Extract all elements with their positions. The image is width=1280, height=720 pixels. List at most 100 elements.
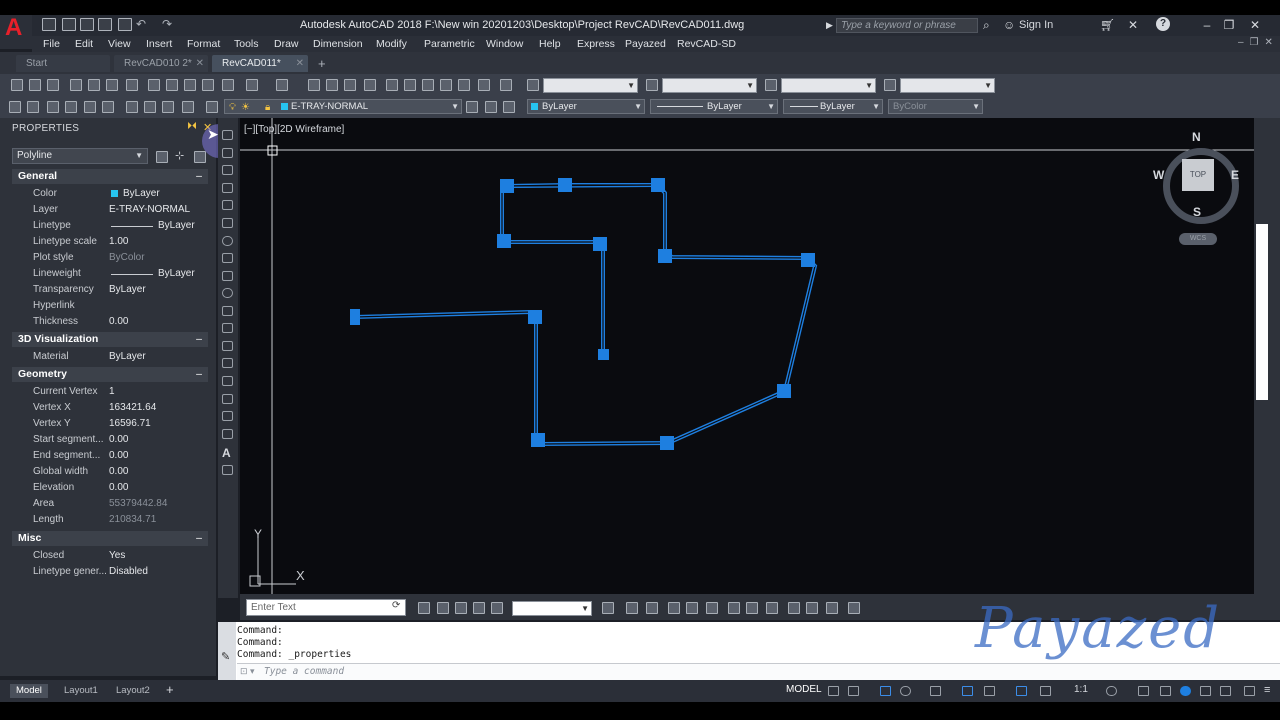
- table-style-icon[interactable]: [765, 79, 777, 91]
- close-icon[interactable]: ✕: [296, 55, 304, 72]
- compass-south[interactable]: S: [1193, 205, 1201, 219]
- save-icon[interactable]: [47, 79, 59, 91]
- grip[interactable]: [660, 436, 674, 450]
- make-current-icon[interactable]: [206, 101, 218, 113]
- navigation-bar[interactable]: [1256, 224, 1268, 400]
- close-icon[interactable]: ✕: [196, 55, 204, 72]
- dim-ordinate-icon[interactable]: [668, 602, 680, 614]
- lineweight-select[interactable]: ByLayer ▼: [783, 99, 883, 114]
- autohide-icon[interactable]: ⏵⏴: [187, 121, 197, 132]
- make-block-icon[interactable]: [222, 341, 233, 351]
- grip[interactable]: [598, 349, 609, 360]
- text-style-icon[interactable]: [527, 79, 539, 91]
- polygon-icon[interactable]: [222, 183, 233, 193]
- section-geometry[interactable]: Geometry –: [12, 367, 208, 382]
- prop-value[interactable]: Yes: [109, 550, 125, 561]
- prop-value[interactable]: ByLayer: [109, 284, 146, 295]
- section-general[interactable]: General –: [12, 169, 208, 184]
- menu-edit[interactable]: Edit: [75, 38, 93, 50]
- qnew-icon[interactable]: [42, 18, 56, 31]
- object-snap-icon[interactable]: [984, 686, 995, 696]
- isolate-objects-icon[interactable]: [1180, 686, 1191, 696]
- add-layout-icon[interactable]: +: [166, 682, 174, 697]
- dim-radius-icon[interactable]: [686, 602, 698, 614]
- save-icon[interactable]: [80, 18, 94, 31]
- polyline-icon[interactable]: [222, 165, 233, 175]
- grip[interactable]: [350, 309, 360, 325]
- grid-icon[interactable]: [828, 686, 839, 696]
- prop-value[interactable]: 1: [109, 386, 115, 397]
- section-3d-visualization[interactable]: 3D Visualization –: [12, 332, 208, 347]
- drawing-canvas[interactable]: [240, 118, 1254, 594]
- section-misc[interactable]: Misc –: [12, 531, 208, 546]
- layer-tools-icon[interactable]: [503, 101, 515, 113]
- cart-icon[interactable]: 🛒︎: [1100, 15, 1115, 36]
- grip[interactable]: [777, 384, 791, 398]
- open-icon[interactable]: [29, 79, 41, 91]
- publish-icon[interactable]: [106, 79, 118, 91]
- layer-select[interactable]: 💡︎ ☀ 🔒︎ E-TRAY-NORMAL ▼: [224, 99, 462, 114]
- ellipse-icon[interactable]: [222, 288, 233, 298]
- find-replace-icon[interactable]: ⟳: [392, 600, 400, 611]
- quickcalc-icon[interactable]: [478, 79, 490, 91]
- text-tool-icon[interactable]: [473, 602, 485, 614]
- point-icon[interactable]: [222, 358, 233, 368]
- copy-icon[interactable]: [166, 79, 178, 91]
- binoculars-icon[interactable]: ⌕: [983, 15, 990, 36]
- grip[interactable]: [658, 249, 672, 263]
- layer-freeze-icon[interactable]: [102, 101, 114, 113]
- mleader-style-icon[interactable]: [884, 79, 896, 91]
- command-input[interactable]: Type a command: [237, 663, 1280, 680]
- text-tool-icon[interactable]: [418, 602, 430, 614]
- annotation-visibility-icon[interactable]: [1016, 686, 1027, 696]
- color-select[interactable]: ByLayer ▼: [527, 99, 645, 114]
- compass-west[interactable]: W: [1153, 168, 1164, 182]
- menu-express[interactable]: Express: [577, 38, 615, 50]
- compass-east[interactable]: E: [1231, 168, 1239, 182]
- polar-icon[interactable]: [900, 686, 911, 696]
- minimize-button[interactable]: –: [1196, 15, 1218, 36]
- menu-modify[interactable]: Modify: [376, 38, 407, 50]
- zoom-window-icon[interactable]: [344, 79, 356, 91]
- revcloud-icon[interactable]: [222, 253, 233, 263]
- layer-state-icon[interactable]: [27, 101, 39, 113]
- layer-states-icon[interactable]: [485, 101, 497, 113]
- linetype-select[interactable]: ByLayer ▼: [650, 99, 778, 114]
- collapse-icon[interactable]: –: [196, 169, 202, 184]
- table-icon[interactable]: [222, 429, 233, 439]
- menu-format[interactable]: Format: [187, 38, 220, 50]
- chevron-right-icon[interactable]: ▶: [826, 15, 833, 36]
- tab-layout1[interactable]: Layout1: [58, 684, 104, 698]
- text-tool-icon[interactable]: [437, 602, 449, 614]
- dim-linear-icon[interactable]: [602, 602, 614, 614]
- menu-help[interactable]: Help: [539, 38, 561, 50]
- construction-line-icon[interactable]: [222, 148, 233, 158]
- restore-button[interactable]: ❐: [1218, 15, 1240, 36]
- annotation-scale[interactable]: 1:1: [1074, 684, 1088, 695]
- wcs-menu[interactable]: WCS: [1179, 233, 1217, 245]
- undo-icon[interactable]: [246, 79, 258, 91]
- design-center-icon[interactable]: [404, 79, 416, 91]
- text-tool-icon[interactable]: [491, 602, 503, 614]
- grip[interactable]: [531, 433, 545, 447]
- user-icon[interactable]: ☺: [1003, 15, 1015, 36]
- layer-off-icon[interactable]: [84, 101, 96, 113]
- rectangle-icon[interactable]: [222, 200, 233, 210]
- prop-value[interactable]: 0.00: [109, 466, 128, 477]
- mtext-icon[interactable]: A: [222, 446, 231, 460]
- search-input[interactable]: Type a keyword or phrase: [836, 18, 978, 33]
- table-style-select[interactable]: ▼: [781, 78, 876, 93]
- zoom-realtime-icon[interactable]: [326, 79, 338, 91]
- dim-break-icon[interactable]: [826, 602, 838, 614]
- prop-value[interactable]: E-TRAY-NORMAL: [109, 204, 190, 215]
- menu-tools[interactable]: Tools: [234, 38, 259, 50]
- layer-match-icon[interactable]: [144, 101, 156, 113]
- snap-icon[interactable]: [848, 686, 859, 696]
- properties-icon[interactable]: [386, 79, 398, 91]
- layer-isolate-icon[interactable]: [47, 101, 59, 113]
- prop-value[interactable]: 1.00: [109, 236, 128, 247]
- tool-palettes-icon[interactable]: [422, 79, 434, 91]
- collapse-icon[interactable]: –: [196, 367, 202, 382]
- open-icon[interactable]: [62, 18, 76, 31]
- arc-icon[interactable]: [222, 218, 233, 228]
